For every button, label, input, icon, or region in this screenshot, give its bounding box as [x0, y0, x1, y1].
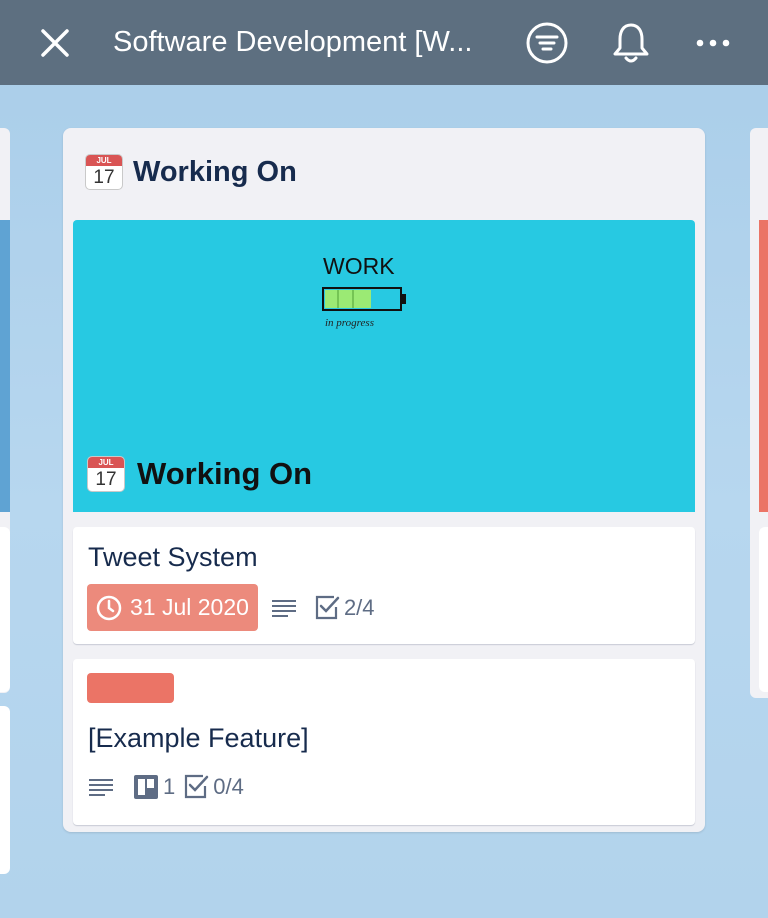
more-icon[interactable]	[691, 21, 735, 65]
card-badges: 31 Jul 2020 2/4	[87, 584, 375, 631]
checklist-badge: 0/4	[183, 774, 244, 800]
calendar-icon: JUL 17	[87, 456, 125, 492]
board-title[interactable]: Software Development [W...	[113, 26, 472, 59]
cover-card[interactable]: WORK in progress JUL 17 Working On	[73, 220, 695, 512]
cover-title: Working On	[137, 456, 313, 491]
right-list-cover	[759, 220, 768, 512]
clock-icon	[96, 595, 122, 620]
cover-art-word: WORK	[323, 253, 395, 279]
card-tweet-system[interactable]: Tweet System 31 Jul 2020 2/4	[73, 527, 695, 644]
list-working-on: JUL 17 Working On WORK in progress JUL 1…	[63, 128, 705, 832]
bell-icon[interactable]	[609, 21, 653, 65]
left-list-cover	[0, 220, 10, 512]
description-icon	[270, 597, 298, 619]
right-list-card[interactable]	[759, 527, 768, 692]
checklist-count: 2/4	[343, 594, 375, 620]
attachment-count: 1	[163, 774, 176, 799]
board-icon	[134, 775, 158, 799]
due-date-text: 31 Jul 2020	[130, 594, 249, 620]
checklist-icon	[315, 595, 340, 619]
top-bar: Software Development [W...	[0, 0, 768, 85]
calendar-icon: JUL 17	[85, 154, 123, 190]
list-title: Working On	[133, 155, 297, 188]
card-title: [Example Feature]	[88, 723, 309, 753]
list-header[interactable]: JUL 17 Working On	[85, 152, 297, 192]
checklist-icon	[185, 774, 209, 799]
filter-icon[interactable]	[525, 21, 569, 65]
work-in-progress-image: WORK in progress	[313, 250, 413, 340]
description-icon	[87, 776, 115, 798]
checklist-count: 0/4	[213, 774, 244, 799]
card-label	[87, 673, 174, 703]
left-list-card[interactable]	[0, 706, 10, 874]
card-title: Tweet System	[88, 542, 258, 572]
close-icon[interactable]	[36, 24, 74, 62]
card-example-feature[interactable]: [Example Feature] 1 0/4	[73, 659, 695, 825]
left-list-card[interactable]	[0, 527, 10, 692]
due-date-badge: 31 Jul 2020	[87, 584, 258, 631]
cover-title-row: JUL 17 Working On	[87, 456, 312, 492]
attachment-badge: 1	[133, 774, 175, 800]
cover-art-caption: in progress	[325, 317, 374, 329]
card-badges: 1 0/4	[87, 774, 244, 800]
checklist-badge: 2/4	[314, 595, 375, 621]
